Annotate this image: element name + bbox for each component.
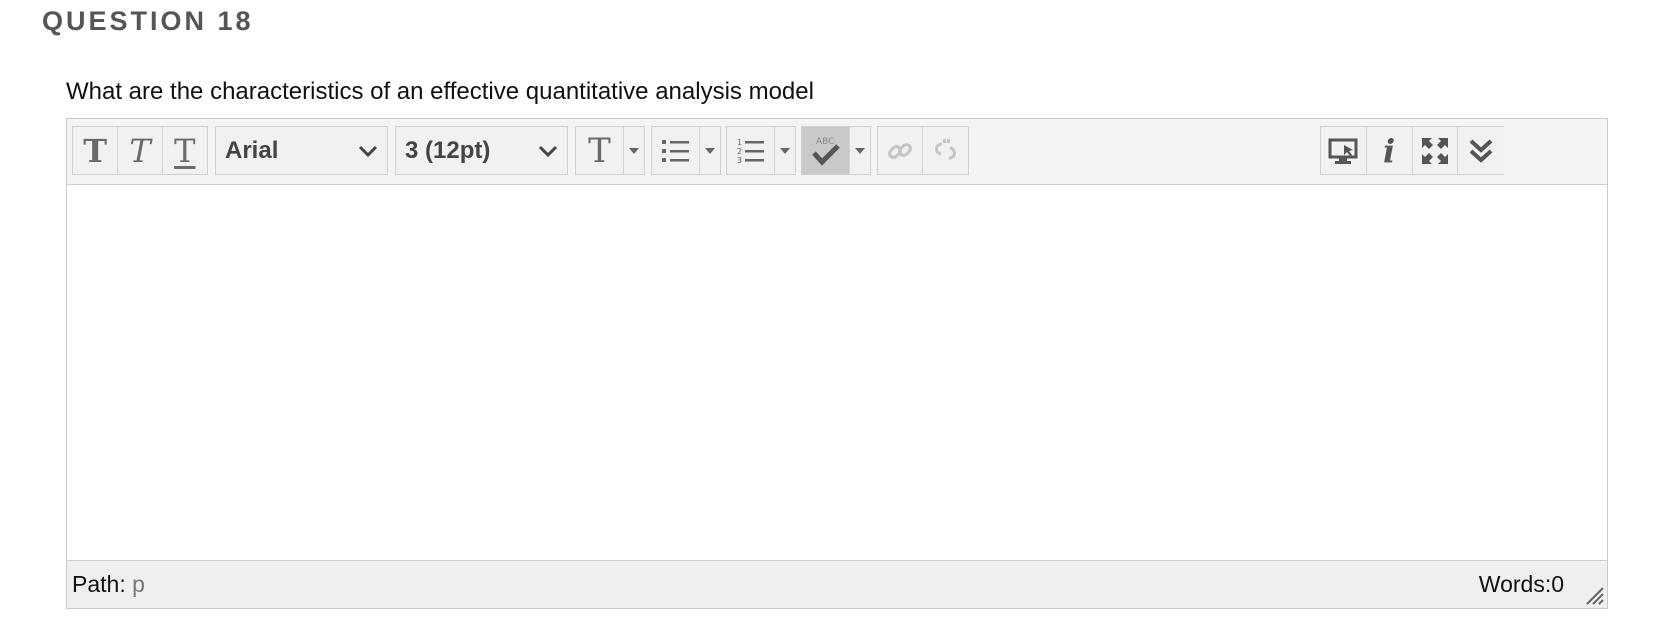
path-element-link[interactable]: p xyxy=(132,571,145,597)
spellcheck-dropdown[interactable] xyxy=(850,127,870,174)
chevron-down-icon xyxy=(358,145,378,158)
text-style-group: T T T xyxy=(72,126,208,175)
editor-status-bar: Path: p Words:0 xyxy=(67,560,1607,608)
resize-handle-icon[interactable] xyxy=(1583,584,1605,606)
svg-text:2: 2 xyxy=(737,147,742,156)
bullet-list-group xyxy=(651,126,721,175)
numbered-list-button[interactable]: 1 2 3 xyxy=(727,127,775,174)
caret-down-icon xyxy=(705,147,715,154)
font-size-select[interactable]: 3 (12pt) xyxy=(395,126,568,175)
text-color-button[interactable]: T xyxy=(576,127,624,174)
italic-button[interactable]: T xyxy=(118,127,163,174)
right-tools-group: i xyxy=(1320,126,1504,175)
editor-toolbar: T T T Arial 3 (12pt) T 1 2 3 ABC i xyxy=(67,119,1607,185)
svg-text:3: 3 xyxy=(737,156,742,165)
path-indicator: Path: p xyxy=(72,571,145,598)
path-label: Path: xyxy=(72,571,126,597)
unlink-icon xyxy=(934,138,956,159)
svg-text:ABC: ABC xyxy=(816,137,834,147)
bold-button[interactable]: T xyxy=(73,127,119,174)
numbered-list-group: 1 2 3 xyxy=(726,126,796,175)
text-color-dropdown[interactable] xyxy=(624,127,644,174)
text-color-icon: T xyxy=(588,130,611,171)
svg-text:1: 1 xyxy=(737,138,742,147)
numbered-list-icon: 1 2 3 xyxy=(737,138,764,165)
spellcheck-icon: ABC xyxy=(811,137,840,166)
caret-down-icon xyxy=(780,147,790,154)
bold-icon: T xyxy=(83,131,108,170)
fullscreen-icon xyxy=(1421,137,1448,164)
italic-icon: T xyxy=(129,131,151,170)
rich-text-editor: T T T Arial 3 (12pt) T 1 2 3 ABC i Path:… xyxy=(66,118,1608,609)
info-icon: i xyxy=(1383,131,1396,170)
spellcheck-group: ABC xyxy=(801,126,871,175)
bullet-list-dropdown[interactable] xyxy=(700,127,720,174)
fullscreen-button[interactable] xyxy=(1413,127,1459,174)
caret-down-icon xyxy=(629,147,639,154)
bullet-list-button[interactable] xyxy=(652,127,700,174)
expand-toolbar-button[interactable] xyxy=(1458,127,1504,174)
font-family-select[interactable]: Arial xyxy=(215,126,388,175)
insert-link-button[interactable] xyxy=(878,127,924,174)
numbered-list-dropdown[interactable] xyxy=(775,127,795,174)
double-chevron-down-icon xyxy=(1469,139,1493,163)
underline-button[interactable]: T xyxy=(163,127,207,174)
link-group xyxy=(877,126,969,175)
caret-down-icon xyxy=(855,147,865,154)
text-color-group: T xyxy=(575,126,645,175)
unlink-button[interactable] xyxy=(923,127,968,174)
spellcheck-button[interactable]: ABC xyxy=(802,127,850,174)
chevron-down-icon xyxy=(538,145,558,158)
question-text: What are the characteristics of an effec… xyxy=(66,78,814,105)
editor-content-area[interactable] xyxy=(67,185,1607,562)
font-size-value: 3 (12pt) xyxy=(405,136,491,164)
info-button[interactable]: i xyxy=(1367,127,1413,174)
link-icon xyxy=(888,142,912,159)
preview-button[interactable] xyxy=(1321,127,1367,174)
question-heading: QUESTION 18 xyxy=(42,6,254,36)
underline-icon: T xyxy=(174,131,196,170)
word-count: Words:0 xyxy=(1478,571,1564,597)
preview-icon xyxy=(1328,138,1358,164)
bullet-list-icon xyxy=(661,139,689,162)
font-family-value: Arial xyxy=(225,136,279,164)
